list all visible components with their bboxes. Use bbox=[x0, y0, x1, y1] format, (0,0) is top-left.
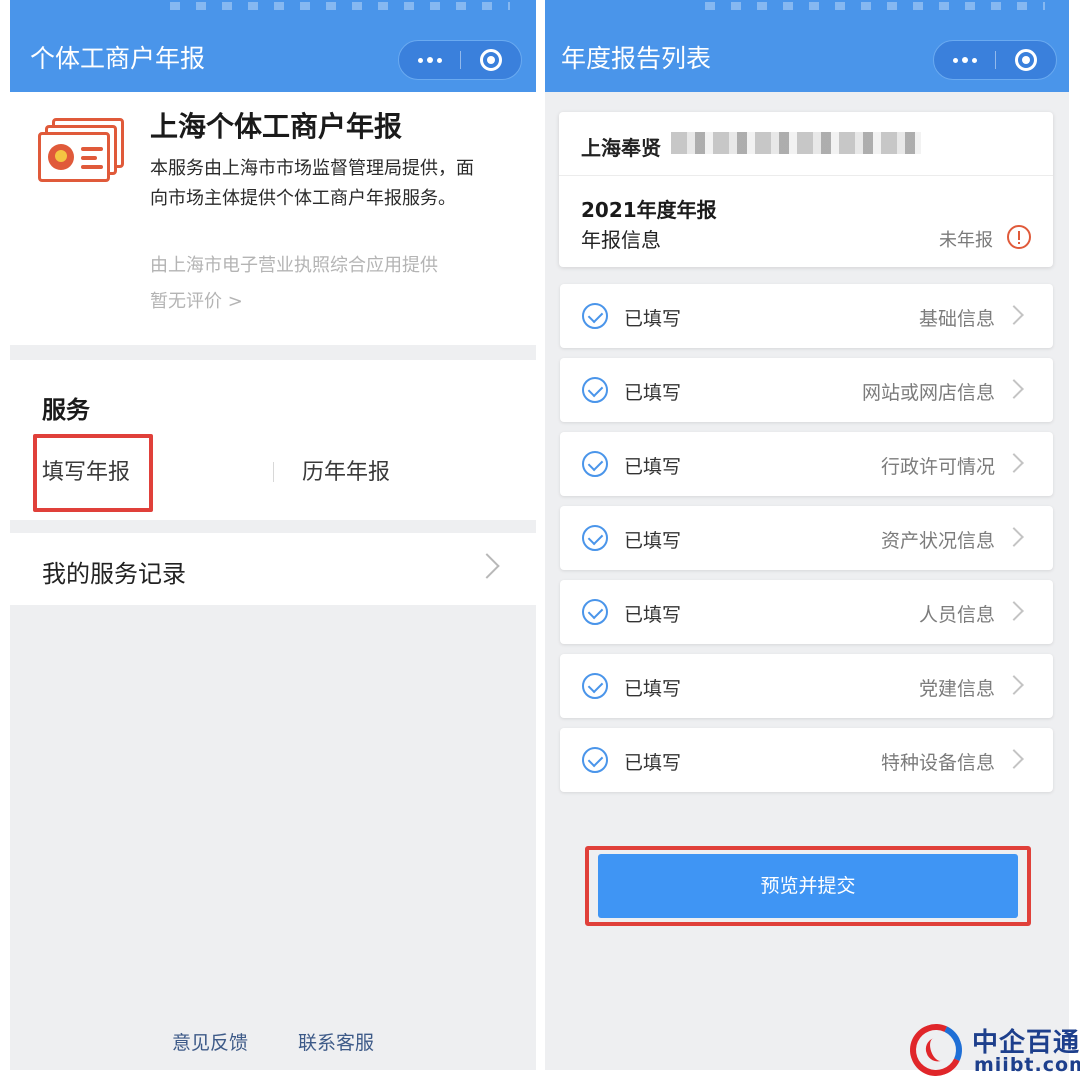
chevron-right-icon bbox=[1004, 453, 1024, 473]
section-status: 已填写 bbox=[624, 752, 682, 774]
section-row-website-info[interactable]: 已填写 网站或网店信息 bbox=[560, 358, 1053, 422]
license-cards-icon bbox=[38, 118, 124, 184]
miniprogram-capsule bbox=[398, 40, 522, 80]
check-circle-icon bbox=[582, 377, 608, 403]
service-records-label: 我的服务记录 bbox=[42, 560, 186, 588]
status-bar bbox=[545, 0, 1069, 16]
check-circle-icon bbox=[582, 303, 608, 329]
annual-report-card: 上海奉贤 2021年度年报 年报信息 未年报 bbox=[559, 112, 1053, 267]
report-status: 未年报 bbox=[939, 230, 993, 251]
section-status: 已填写 bbox=[624, 456, 682, 478]
target-icon-dot bbox=[487, 56, 495, 64]
section-label: 特种设备信息 bbox=[880, 752, 995, 774]
check-circle-icon bbox=[582, 599, 608, 625]
chevron-right-icon bbox=[1004, 527, 1024, 547]
rating-link[interactable]: 暂无评价 > bbox=[150, 290, 243, 314]
section-status: 已填写 bbox=[624, 604, 682, 626]
warning-icon bbox=[1007, 225, 1031, 249]
nav-bar: 年度报告列表 bbox=[545, 16, 1069, 92]
chevron-right-icon bbox=[1004, 601, 1024, 621]
highlight-box bbox=[33, 434, 153, 512]
section-row-admin-license[interactable]: 已填写 行政许可情况 bbox=[560, 432, 1053, 496]
card-line bbox=[81, 147, 103, 151]
right-screen: 年度报告列表 上海奉贤 2021年度年报 年报信息 未年报 已填写 基础信息 已… bbox=[545, 0, 1069, 1070]
section-label: 党建信息 bbox=[918, 678, 995, 700]
check-circle-icon bbox=[582, 673, 608, 699]
card-line bbox=[81, 156, 97, 160]
miniprogram-capsule bbox=[933, 40, 1057, 80]
chevron-right-icon bbox=[1004, 749, 1024, 769]
close-miniprogram-button[interactable] bbox=[461, 41, 521, 79]
section-row-asset-info[interactable]: 已填写 资产状况信息 bbox=[560, 506, 1053, 570]
check-circle-icon bbox=[582, 451, 608, 477]
page-title: 年度报告列表 bbox=[561, 44, 712, 73]
more-button[interactable] bbox=[399, 41, 460, 79]
check-circle-icon bbox=[582, 747, 608, 773]
report-year: 2021年度年报 bbox=[581, 198, 717, 222]
service-section: 服务 填写年报 历年年报 bbox=[10, 360, 536, 520]
redacted-company-name bbox=[671, 132, 921, 154]
brand-logo-icon bbox=[902, 1016, 970, 1080]
section-status: 已填写 bbox=[624, 530, 682, 552]
check-circle-icon bbox=[582, 525, 608, 551]
service-description: 本服务由上海市市场监督管理局提供，面向市场主体提供个体工商户年报服务。 bbox=[150, 158, 474, 209]
section-label: 资产状况信息 bbox=[880, 530, 995, 552]
chevron-right-icon bbox=[1004, 379, 1024, 399]
history-report-button[interactable]: 历年年报 bbox=[302, 454, 390, 486]
nav-bar: 个体工商户年报 bbox=[10, 16, 536, 92]
section-label: 基础信息 bbox=[918, 308, 995, 330]
close-miniprogram-button[interactable] bbox=[996, 41, 1056, 79]
section-row-party-info[interactable]: 已填写 党建信息 bbox=[560, 654, 1053, 718]
more-button[interactable] bbox=[934, 41, 995, 79]
service-records-row[interactable]: 我的服务记录 bbox=[10, 533, 536, 605]
section-status: 已填写 bbox=[624, 678, 682, 700]
section-row-special-equipment[interactable]: 已填写 特种设备信息 bbox=[560, 728, 1053, 792]
section-row-staff-info[interactable]: 已填写 人员信息 bbox=[560, 580, 1053, 644]
report-info-label: 年报信息 bbox=[581, 228, 661, 252]
status-icons bbox=[170, 2, 510, 10]
company-row: 上海奉贤 bbox=[559, 112, 1053, 176]
target-icon-dot bbox=[1022, 56, 1030, 64]
card-front-shape bbox=[38, 132, 110, 182]
preview-submit-button[interactable]: 预览并提交 bbox=[598, 854, 1018, 918]
status-bar bbox=[10, 0, 536, 16]
section-label: 网站或网店信息 bbox=[861, 382, 995, 404]
page-title: 个体工商户年报 bbox=[30, 44, 206, 73]
watermark: 中企百通 miibt.com bbox=[902, 1016, 1080, 1080]
service-divider bbox=[273, 462, 274, 482]
service-provider: 由上海市电子营业执照综合应用提供 bbox=[150, 255, 438, 276]
section-label: 人员信息 bbox=[918, 604, 995, 626]
section-label: 行政许可情况 bbox=[880, 456, 995, 478]
feedback-link[interactable]: 意见反馈 bbox=[172, 1028, 248, 1055]
service-title: 上海个体工商户年报 bbox=[150, 110, 403, 143]
service-heading: 服务 bbox=[42, 396, 90, 424]
left-screen: 个体工商户年报 上海个体工商户年报 本服务由上海市市场监督管理局提供，面向市场主… bbox=[10, 0, 536, 1070]
footer-links: 意见反馈 联系客服 bbox=[10, 1028, 536, 1055]
chevron-right-icon bbox=[1004, 305, 1024, 325]
chevron-right-icon bbox=[1004, 675, 1024, 695]
company-name: 上海奉贤 bbox=[581, 136, 661, 160]
service-intro: 上海个体工商户年报 本服务由上海市市场监督管理局提供，面向市场主体提供个体工商户… bbox=[10, 92, 536, 345]
contact-service-link[interactable]: 联系客服 bbox=[298, 1028, 374, 1055]
watermark-domain: miibt.com bbox=[974, 1054, 1080, 1076]
section-status: 已填写 bbox=[624, 308, 682, 330]
section-status: 已填写 bbox=[624, 382, 682, 404]
section-row-basic-info[interactable]: 已填写 基础信息 bbox=[560, 284, 1053, 348]
card-line bbox=[81, 165, 103, 169]
emblem-icon bbox=[48, 144, 74, 170]
status-icons bbox=[705, 2, 1045, 10]
chevron-right-icon bbox=[474, 553, 500, 579]
